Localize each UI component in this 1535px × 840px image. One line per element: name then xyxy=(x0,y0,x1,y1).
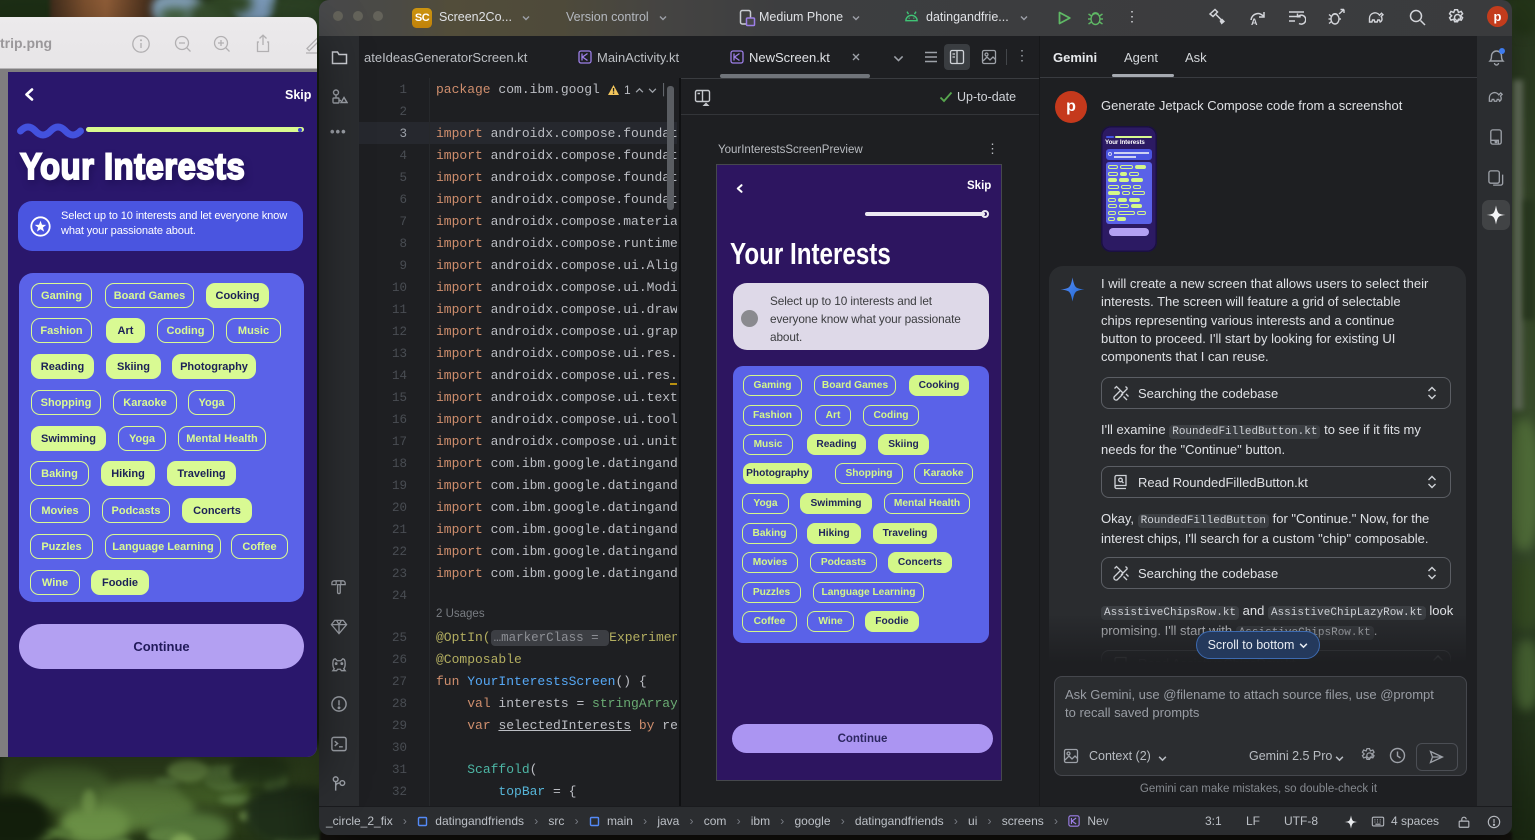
svg-text:A: A xyxy=(1251,17,1258,27)
